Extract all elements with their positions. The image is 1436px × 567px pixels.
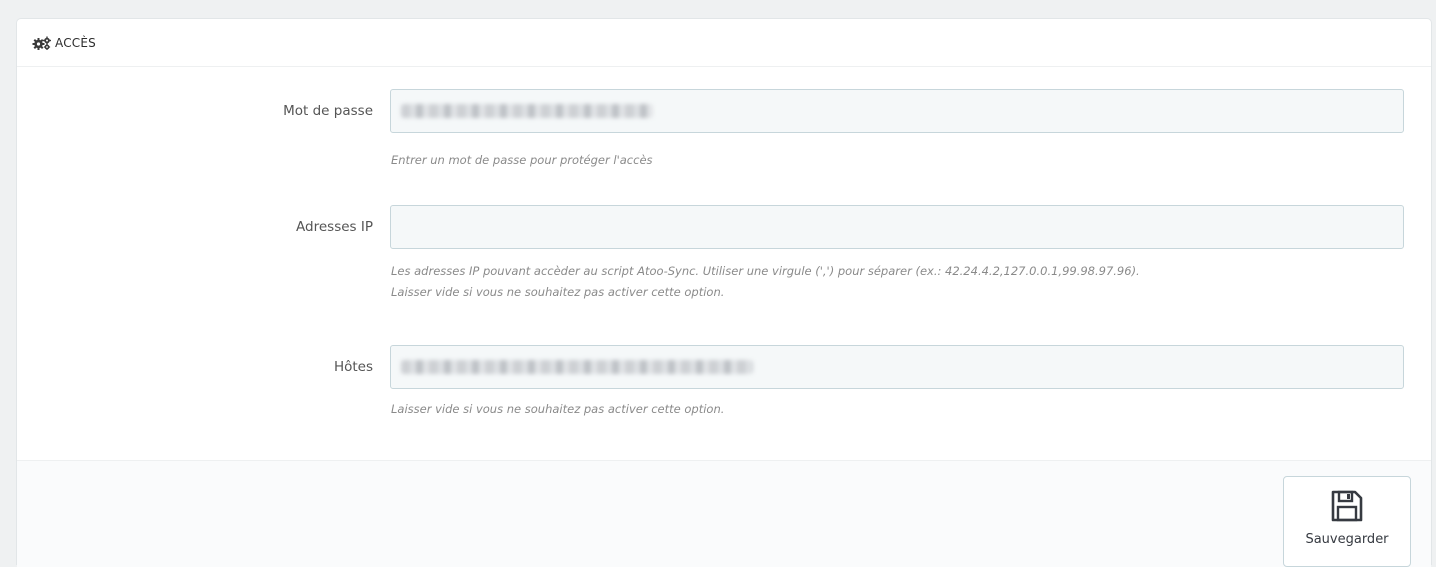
cogs-icon: [32, 36, 51, 50]
ip-label: Adresses IP: [296, 219, 373, 235]
panel-heading: ACCÈS: [17, 19, 1431, 67]
panel-title: ACCÈS: [55, 35, 96, 50]
obscured-value: [401, 104, 653, 118]
password-input[interactable]: [390, 89, 1404, 133]
access-panel: ACCÈS Mot de passe Entrer un mot de pass…: [16, 18, 1432, 567]
ip-help-line1: Les adresses IP pouvant accèder au scrip…: [391, 264, 1140, 278]
ip-input[interactable]: [390, 205, 1404, 249]
password-help: Entrer un mot de passe pour protéger l'a…: [391, 153, 653, 167]
hosts-label: Hôtes: [333, 359, 373, 375]
hosts-help: Laisser vide si vous ne souhaitez pas ac…: [391, 402, 725, 416]
obscured-value: [401, 360, 753, 374]
save-button-label: Sauvegarder: [1305, 532, 1389, 547]
password-label: Mot de passe: [283, 103, 373, 119]
floppy-disk-icon: [1331, 490, 1363, 522]
ip-help-line2: Laisser vide si vous ne souhaitez pas ac…: [391, 285, 725, 299]
save-button[interactable]: Sauvegarder: [1283, 476, 1411, 567]
panel-footer: Sauvegarder: [17, 460, 1431, 567]
hosts-input[interactable]: [390, 345, 1404, 389]
